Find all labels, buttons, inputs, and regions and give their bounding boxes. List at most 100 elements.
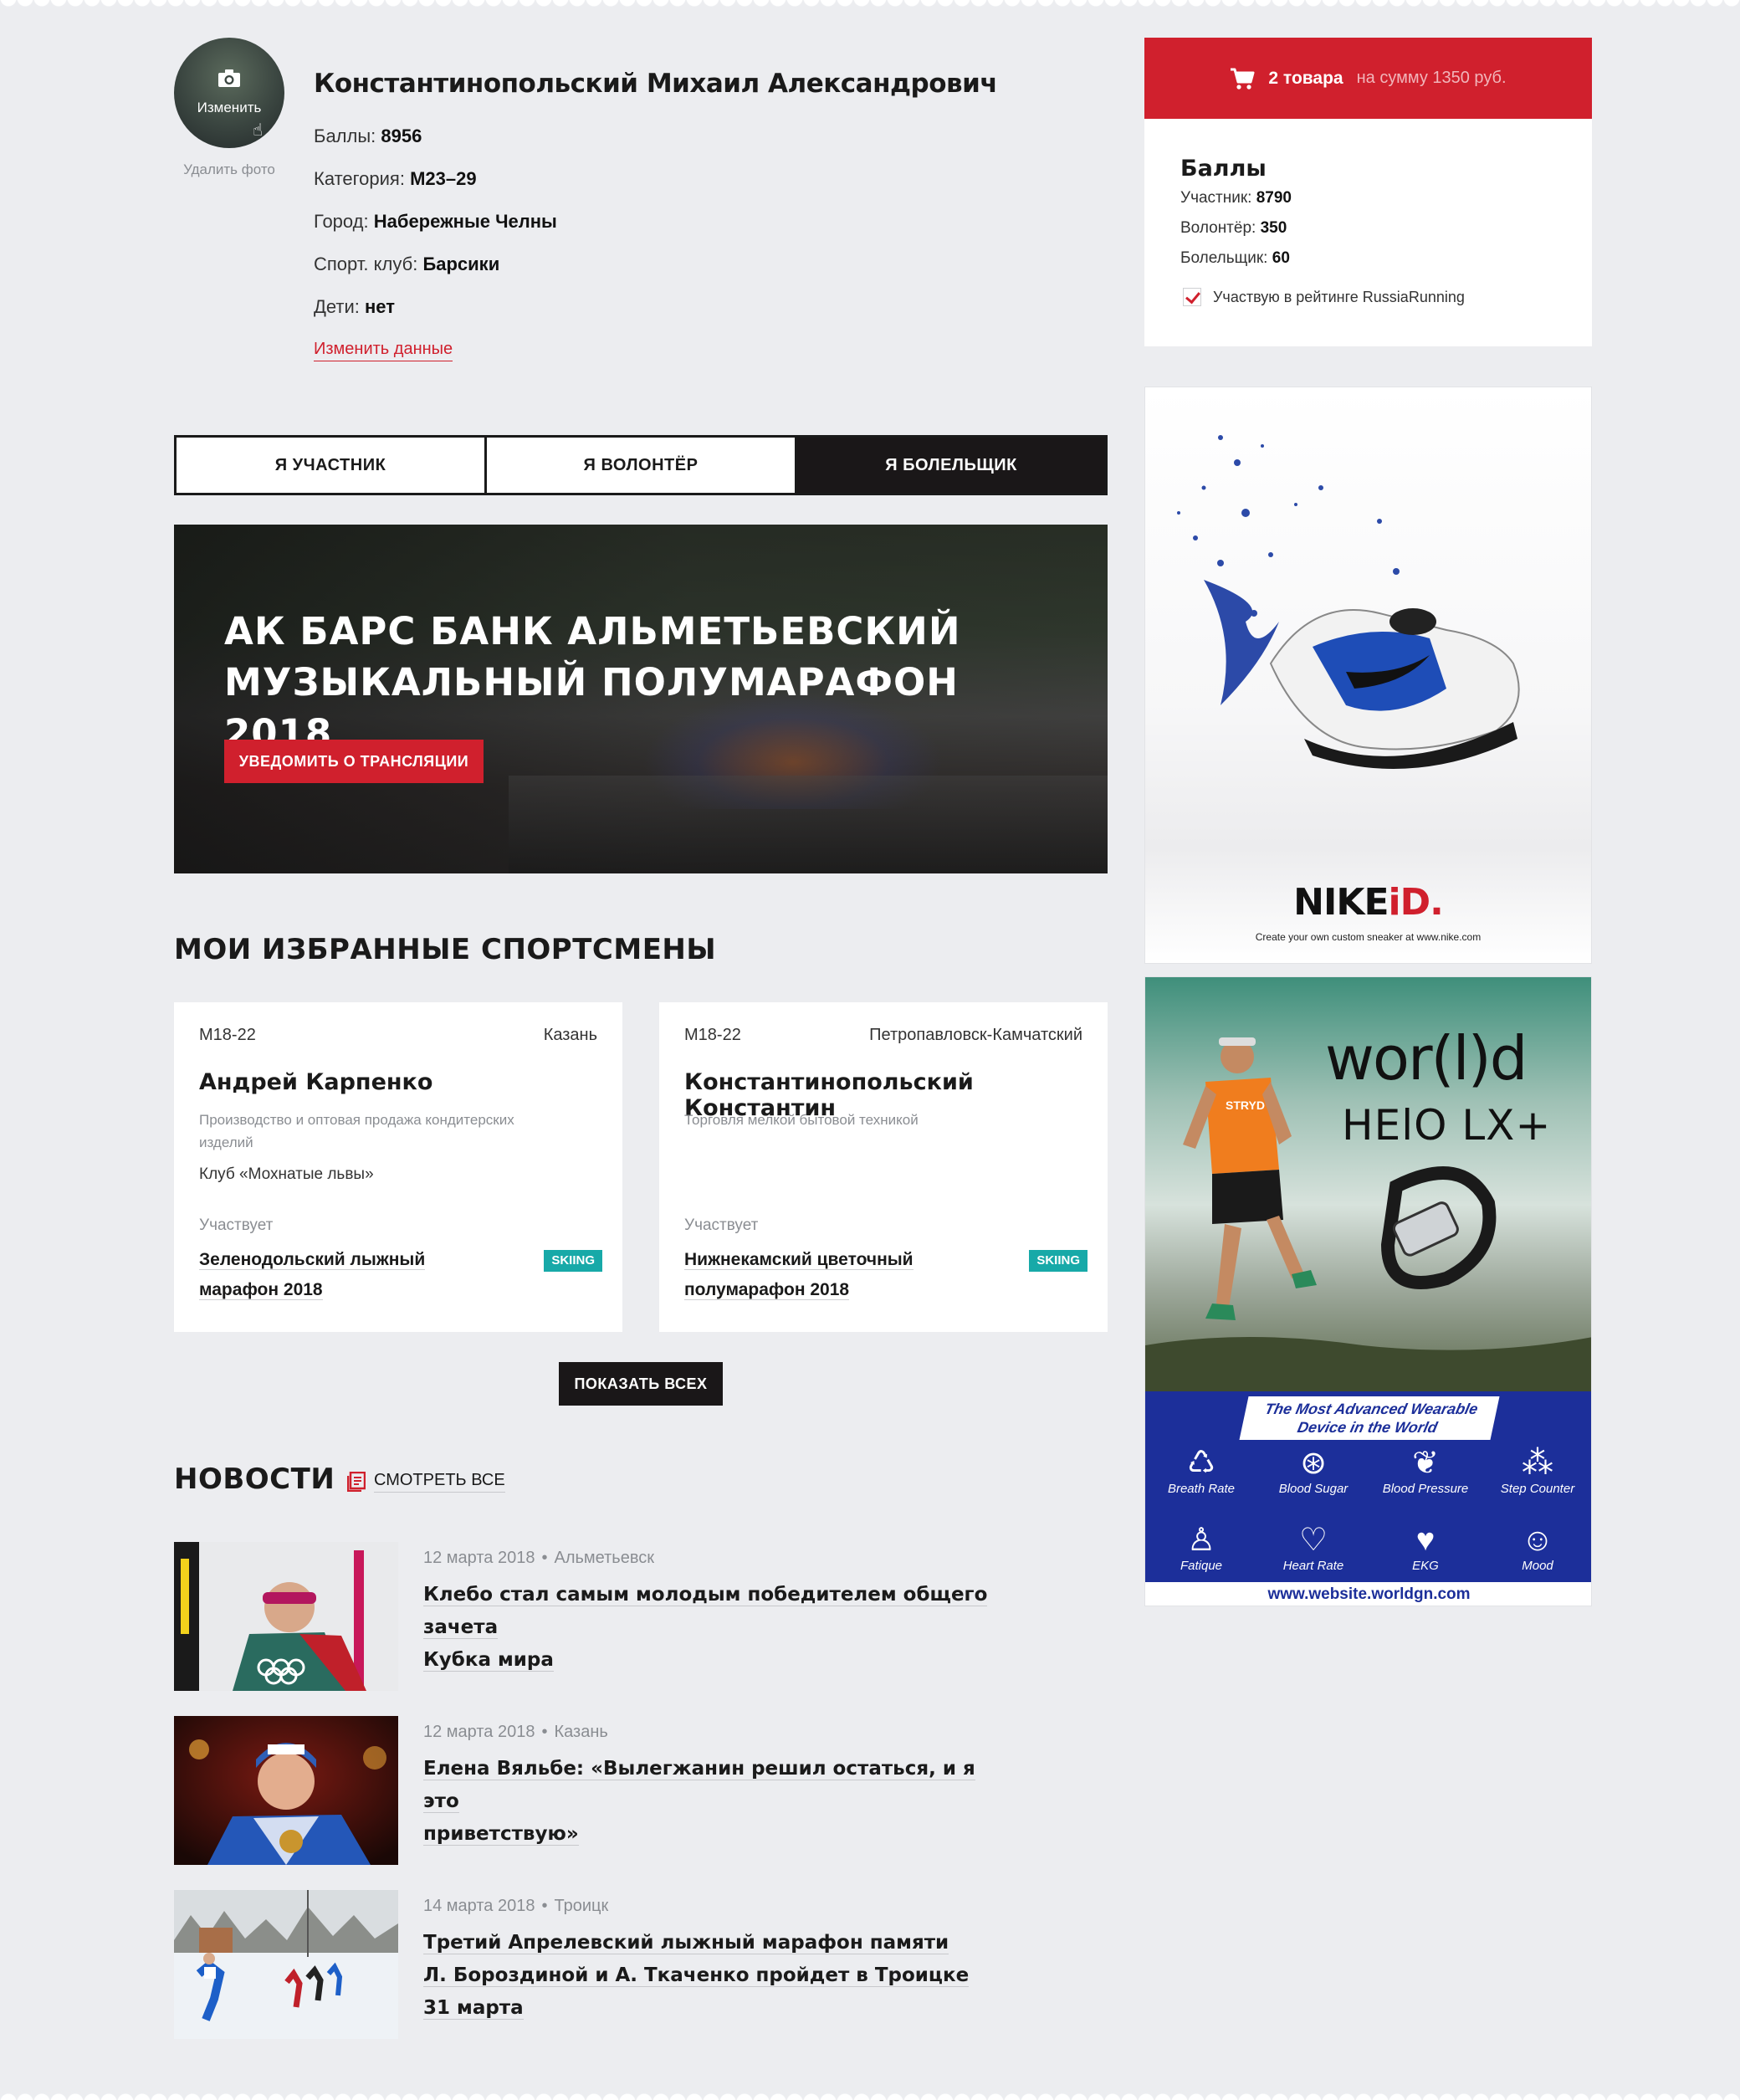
ad-url: www.website.worldgn.com: [1145, 1582, 1591, 1606]
field-value: нет: [365, 296, 396, 317]
field-value: М23–29: [410, 168, 477, 189]
news-date: 14 марта 2018: [423, 1897, 535, 1915]
feature-label: Blood Pressure: [1382, 1482, 1469, 1496]
banner-road-image: [509, 776, 1108, 873]
event-line: полумарафон 2018: [684, 1280, 850, 1300]
profile-name: Константинопольский Михаил Александрович: [314, 69, 998, 99]
world-logo: wor(l)d: [1325, 1023, 1528, 1094]
camera-icon: [218, 69, 240, 87]
news-title-line: Л. Бороздиной и А. Ткаченко пройдет в Тр…: [423, 1964, 970, 2020]
nike-ad-banner[interactable]: NIKEiD. Create your own custom sneaker a…: [1144, 387, 1592, 964]
profile-fields: Баллы: 8956 Категория: М23–29 Город: Наб…: [314, 122, 557, 335]
nike-brand-accent: iD.: [1388, 881, 1444, 924]
news-thumbnail[interactable]: [174, 1542, 398, 1691]
role-tabs: Я УЧАСТНИК Я ВОЛОНТЁР Я БОЛЕЛЬЩИК: [174, 435, 1108, 495]
feature-step-counter: ⁂ Step Counter: [1482, 1445, 1591, 1496]
news-meta: 12 марта 2018 • Казань: [423, 1723, 608, 1742]
cart-button[interactable]: 2 товара на сумму 1350 руб.: [1144, 38, 1592, 119]
athlete-event-link[interactable]: Зеленодольский лыжный марафон 2018: [199, 1245, 450, 1305]
news-list-icon: [347, 1472, 366, 1492]
field-label: Спорт. клуб:: [314, 254, 423, 274]
news-item[interactable]: 12 марта 2018 • Казань Елена Вяльбе: «Выле…: [174, 1716, 1011, 1865]
ekg-heart-icon: ♥: [1415, 1523, 1436, 1558]
nike-logo: NIKEiD.: [1145, 881, 1591, 924]
show-all-athletes-button[interactable]: ПОКАЗАТЬ ВСЕХ: [559, 1362, 723, 1406]
news-thumbnail[interactable]: [174, 1890, 398, 2039]
runner-shirt-text: STRYD: [1226, 1099, 1265, 1112]
athlete-city: Петропавловск-Камчатский: [869, 1026, 1082, 1044]
see-all-label: СМОТРЕТЬ ВСЕ: [374, 1471, 505, 1493]
checkbox-checked-icon[interactable]: [1183, 288, 1201, 306]
news-title-line: Кубка мира: [423, 1649, 554, 1672]
notify-broadcast-button[interactable]: УВЕДОМИТЬ О ТРАНСЛЯЦИИ: [224, 740, 484, 783]
lungs-icon: ♺: [1186, 1446, 1216, 1481]
favorites-title: МОИ ИЗБРАННЫЕ СПОРТСМЕНЫ: [174, 933, 717, 966]
tab-volunteer[interactable]: Я ВОЛОНТЁР: [487, 438, 797, 493]
feature-label: Fatique: [1180, 1559, 1223, 1573]
field-label: Дети:: [314, 296, 365, 317]
points-title: Баллы: [1180, 156, 1267, 182]
news-city: Троицк: [554, 1897, 609, 1915]
news-title-line: Клебо стал самым молодым победителем общ…: [423, 1584, 988, 1639]
news-title-link[interactable]: Клебо стал самым молодым победителем общ…: [423, 1579, 992, 1677]
tab-participant[interactable]: Я УЧАСТНИК: [177, 438, 487, 493]
news-city: Казань: [554, 1723, 608, 1741]
helo-model-logo: HElO LX+: [1342, 1101, 1552, 1150]
field-value: Набережные Челны: [373, 211, 557, 232]
feature-label: Mood: [1522, 1559, 1553, 1573]
field-label: Город:: [314, 211, 374, 232]
points-row-participant: Участник: 8790: [1180, 189, 1292, 207]
profile-field-category: Категория: М23–29: [314, 165, 557, 207]
field-value: Барсики: [422, 254, 500, 274]
news-title-line: приветствую»: [423, 1823, 579, 1846]
feature-label: EKG: [1412, 1559, 1439, 1573]
avatar-change-button[interactable]: Изменить ☝: [174, 38, 284, 148]
news-title-link[interactable]: Елена Вяльбе: «Вылегжанин решил остаться…: [423, 1753, 992, 1851]
points-value: 8790: [1256, 189, 1292, 207]
athlete-description: Торговля мелкой бытовой техникой: [684, 1112, 919, 1128]
footprints-icon: ⁂: [1522, 1446, 1553, 1481]
athlete-category: М18-22: [199, 1026, 256, 1044]
tab-fan[interactable]: Я БОЛЕЛЬЩИК: [797, 438, 1105, 493]
rating-checkbox-label: Участвую в рейтинге RussiaRunning: [1213, 288, 1465, 305]
heart-icon: ♡: [1298, 1523, 1328, 1558]
athlete-description: Производство и оптовая продажа кондитерс…: [199, 1112, 514, 1150]
feature-label: Breath Rate: [1167, 1482, 1236, 1496]
news-item[interactable]: 14 марта 2018 • Троицк Третий Апрелевский …: [174, 1890, 1011, 2039]
news-city: Альметьевск: [554, 1549, 654, 1567]
delete-photo-link[interactable]: Удалить фото: [174, 159, 284, 181]
news-item[interactable]: 12 марта 2018 • Альметьевск Клебо стал сам…: [174, 1542, 1011, 1691]
athlete-card[interactable]: М18-22 Петропавловск-Камчатский Констант…: [659, 1002, 1108, 1332]
rating-checkbox[interactable]: Участвую в рейтинге RussiaRunning: [1183, 288, 1465, 306]
feature-ekg: ♥ EKG: [1369, 1522, 1482, 1573]
athlete-name[interactable]: Андрей Карпенко: [199, 1069, 432, 1095]
top-zigzag-edge: [0, 0, 1740, 12]
banner-title: АК БАРС БАНК АЛЬМЕТЬЕВСКИЙ МУЗЫКАЛЬНЫЙ ПО…: [224, 606, 977, 759]
points-row-fan: Болельщик: 60: [1180, 249, 1290, 268]
profile-field-children: Дети: нет: [314, 293, 557, 335]
athlete-city: Казань: [543, 1026, 597, 1044]
news-meta: 14 марта 2018 • Троицк: [423, 1897, 608, 1916]
athlete-card[interactable]: М18-22 Казань Андрей Карпенко Производст…: [174, 1002, 622, 1332]
feature-label: Heart Rate: [1282, 1559, 1344, 1573]
slogan-line: Device in the World: [1296, 1419, 1440, 1436]
edit-profile-link[interactable]: Изменить данные: [314, 340, 453, 361]
points-label: Волонтёр:: [1180, 219, 1261, 237]
mood-faces-icon: ☺: [1521, 1523, 1554, 1558]
ski-race-photo: [174, 1890, 398, 2039]
athlete-event-link[interactable]: Нижнекамский цветочный полумарафон 2018: [684, 1245, 935, 1305]
news-thumbnail[interactable]: [174, 1716, 398, 1865]
points-value: 350: [1260, 219, 1287, 237]
feature-mood: ☺ Mood: [1482, 1522, 1591, 1573]
helo-ad-banner[interactable]: STRYD wor(l)d HElO LX+ The Most Advanced…: [1144, 976, 1592, 1606]
meta-separator: •: [541, 1723, 548, 1741]
news-title-line: Третий Апрелевский лыжный марафон памяти: [423, 1932, 949, 1954]
news-title-link[interactable]: Третий Апрелевский лыжный марафон памяти…: [423, 1927, 992, 2025]
sneaker-splash-image: [1177, 435, 1520, 769]
fatigue-figure-icon: ♙: [1186, 1523, 1216, 1558]
news-date: 12 марта 2018: [423, 1723, 535, 1741]
profile-field-club: Спорт. клуб: Барсики: [314, 250, 557, 293]
feature-blood-pressure: ❦ Blood Pressure: [1369, 1445, 1482, 1496]
see-all-news-link[interactable]: СМОТРЕТЬ ВСЕ: [347, 1471, 505, 1493]
slogan-line: The Most Advanced Wearable: [1263, 1401, 1480, 1417]
